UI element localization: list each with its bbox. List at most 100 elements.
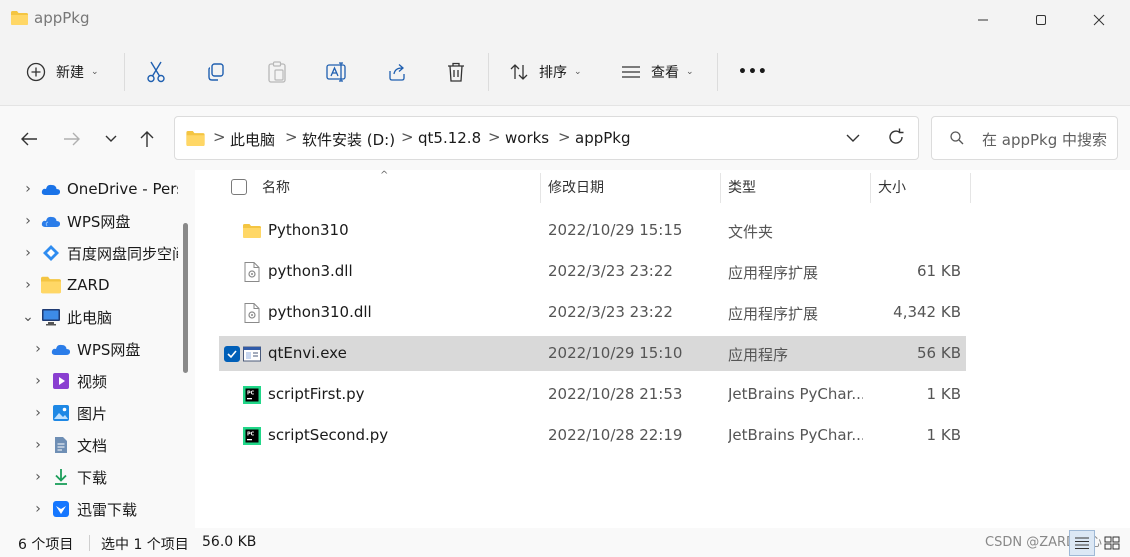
trash-icon — [448, 62, 464, 82]
chevron-right-icon[interactable]: › — [32, 373, 44, 389]
more-options-button[interactable]: ••• — [738, 54, 768, 90]
new-button[interactable]: 新建 ⌄ — [26, 54, 99, 90]
chevron-right-icon[interactable]: › — [22, 181, 34, 197]
file-row-python3-dll[interactable]: python3.dll 2022/3/23 23:22 应用程序扩展 61 KB — [219, 254, 966, 289]
selection-size: 56.0 KB — [202, 534, 257, 550]
sidebar-item-wps-cloud[interactable]: › WPS网盘 — [0, 206, 178, 236]
column-header-name[interactable]: 名称 — [262, 170, 540, 204]
cut-button[interactable] — [146, 54, 166, 90]
recent-locations-button[interactable] — [98, 126, 124, 152]
address-dropdown-button[interactable] — [845, 128, 861, 152]
delete-button[interactable] — [446, 54, 466, 90]
sidebar-item-xunlei-downloads[interactable]: › 迅雷下载 — [0, 494, 178, 524]
rename-button[interactable] — [326, 54, 348, 90]
file-date: 2022/3/23 23:22 — [548, 262, 673, 280]
arrow-left-icon — [21, 132, 37, 146]
share-button[interactable] — [387, 54, 407, 90]
file-row-python310[interactable]: Python310 2022/10/29 15:15 文件夹 — [219, 213, 966, 248]
forward-button[interactable] — [59, 126, 85, 152]
window-title: appPkg — [34, 9, 90, 27]
sidebar-item-label: 图片 — [77, 404, 108, 423]
sidebar-item-documents[interactable]: › 文档 — [0, 430, 178, 460]
file-name: python310.dll — [268, 303, 372, 321]
sidebar-item-label: 此电脑 — [67, 308, 113, 327]
breadcrumb-separator: > — [213, 128, 226, 146]
details-view-button[interactable] — [1069, 530, 1095, 556]
chevron-right-icon[interactable]: › — [32, 469, 44, 485]
search-box[interactable]: 在 appPkg 中搜索 — [931, 116, 1118, 160]
breadcrumb-qt5[interactable]: qt5.12.8 — [418, 129, 481, 147]
large-icons-view-button[interactable] — [1099, 530, 1125, 556]
sidebar-item-this-pc[interactable]: ⌄ 此电脑 — [0, 302, 178, 332]
chevron-right-icon[interactable]: › — [32, 341, 44, 357]
file-size: 1 KB — [926, 385, 961, 403]
column-divider[interactable] — [540, 173, 541, 203]
minimize-button[interactable] — [954, 0, 1012, 40]
file-type: 文件夹 — [728, 223, 774, 241]
chevron-right-icon[interactable]: › — [22, 213, 34, 229]
sidebar-item-videos[interactable]: › 视频 — [0, 366, 178, 396]
maximize-button[interactable] — [1012, 0, 1070, 40]
chevron-down-icon: ⌄ — [574, 67, 582, 77]
file-row-scriptfirst-py[interactable]: PC scriptFirst.py 2022/10/28 21:53 JetBr… — [219, 377, 966, 412]
file-size: 56 KB — [917, 344, 961, 362]
paste-button[interactable] — [267, 54, 287, 90]
breadcrumb-drive-d[interactable]: 软件安装 (D:) — [302, 129, 395, 150]
breadcrumb-works[interactable]: works — [505, 129, 549, 147]
exe-file-icon — [243, 346, 261, 362]
chevron-right-icon[interactable]: › — [32, 501, 44, 517]
dll-file-icon — [244, 303, 260, 323]
sidebar-item-wps-cloud-pc[interactable]: › WPS网盘 — [0, 334, 178, 364]
checkmark-icon — [227, 350, 237, 359]
sidebar-item-zard[interactable]: › ZARD — [0, 270, 178, 300]
view-button[interactable]: 查看 ⌄ — [621, 54, 694, 90]
minimize-icon — [978, 19, 988, 21]
sidebar-item-downloads[interactable]: › 下载 — [0, 462, 178, 492]
file-name: scriptSecond.py — [268, 426, 389, 444]
share-icon — [389, 64, 405, 81]
column-header-label: 大小 — [878, 180, 906, 196]
column-divider[interactable] — [870, 173, 871, 203]
address-bar[interactable]: > 此电脑 > 软件安装 (D:) > qt5.12.8 > works > a… — [174, 116, 919, 160]
column-header-type[interactable]: 类型 — [728, 170, 870, 204]
chevron-right-icon[interactable]: › — [32, 405, 44, 421]
chevron-down-icon — [105, 135, 117, 142]
sidebar-item-pictures[interactable]: › 图片 — [0, 398, 178, 428]
status-bar: 6 个项目 选中 1 个项目 56.0 KB CSDN @ZARD帧心 — [0, 528, 1130, 557]
computer-icon — [42, 309, 60, 326]
toolbar-divider — [488, 53, 489, 91]
select-all-checkbox[interactable] — [231, 179, 247, 195]
file-size: 61 KB — [917, 262, 961, 280]
file-row-scriptsecond-py[interactable]: PC scriptSecond.py 2022/10/28 22:19 JetB… — [219, 418, 966, 453]
row-checkbox[interactable] — [224, 346, 240, 362]
sidebar-item-label: WPS网盘 — [77, 340, 141, 359]
chevron-down-icon[interactable]: ⌄ — [22, 309, 34, 325]
breadcrumb-apppkg[interactable]: appPkg — [575, 129, 631, 147]
file-row-python310-dll[interactable]: python310.dll 2022/3/23 23:22 应用程序扩展 4,3… — [219, 295, 966, 330]
scissors-icon — [147, 61, 165, 83]
dll-file-icon — [244, 262, 260, 282]
breadcrumb-this-pc[interactable]: 此电脑 — [230, 129, 275, 150]
file-date: 2022/10/29 15:15 — [548, 221, 683, 239]
sidebar-item-baidu-sync[interactable]: › 百度网盘同步空间 — [0, 238, 178, 268]
column-header-size[interactable]: 大小 — [878, 170, 970, 204]
sidebar-item-onedrive[interactable]: › OneDrive - Pers — [0, 174, 178, 204]
copy-icon — [208, 63, 224, 81]
folder-icon — [11, 11, 28, 25]
refresh-button[interactable] — [886, 127, 906, 151]
close-button[interactable] — [1070, 0, 1128, 40]
column-divider[interactable] — [720, 173, 721, 203]
chevron-right-icon[interactable]: › — [22, 245, 34, 261]
column-divider[interactable] — [970, 173, 971, 203]
up-button[interactable] — [134, 126, 160, 152]
copy-button[interactable] — [206, 54, 226, 90]
column-header-date[interactable]: 修改日期 — [548, 170, 720, 204]
sidebar-scrollbar[interactable] — [183, 223, 188, 373]
video-icon — [53, 373, 69, 389]
back-button[interactable] — [16, 126, 42, 152]
column-header-label: 修改日期 — [548, 180, 604, 196]
file-row-qtenvi-exe[interactable]: qtEnvi.exe 2022/10/29 15:10 应用程序 56 KB — [219, 336, 966, 371]
chevron-right-icon[interactable]: › — [22, 277, 34, 293]
sort-button[interactable]: 排序 ⌄ — [509, 54, 582, 90]
chevron-right-icon[interactable]: › — [32, 437, 44, 453]
